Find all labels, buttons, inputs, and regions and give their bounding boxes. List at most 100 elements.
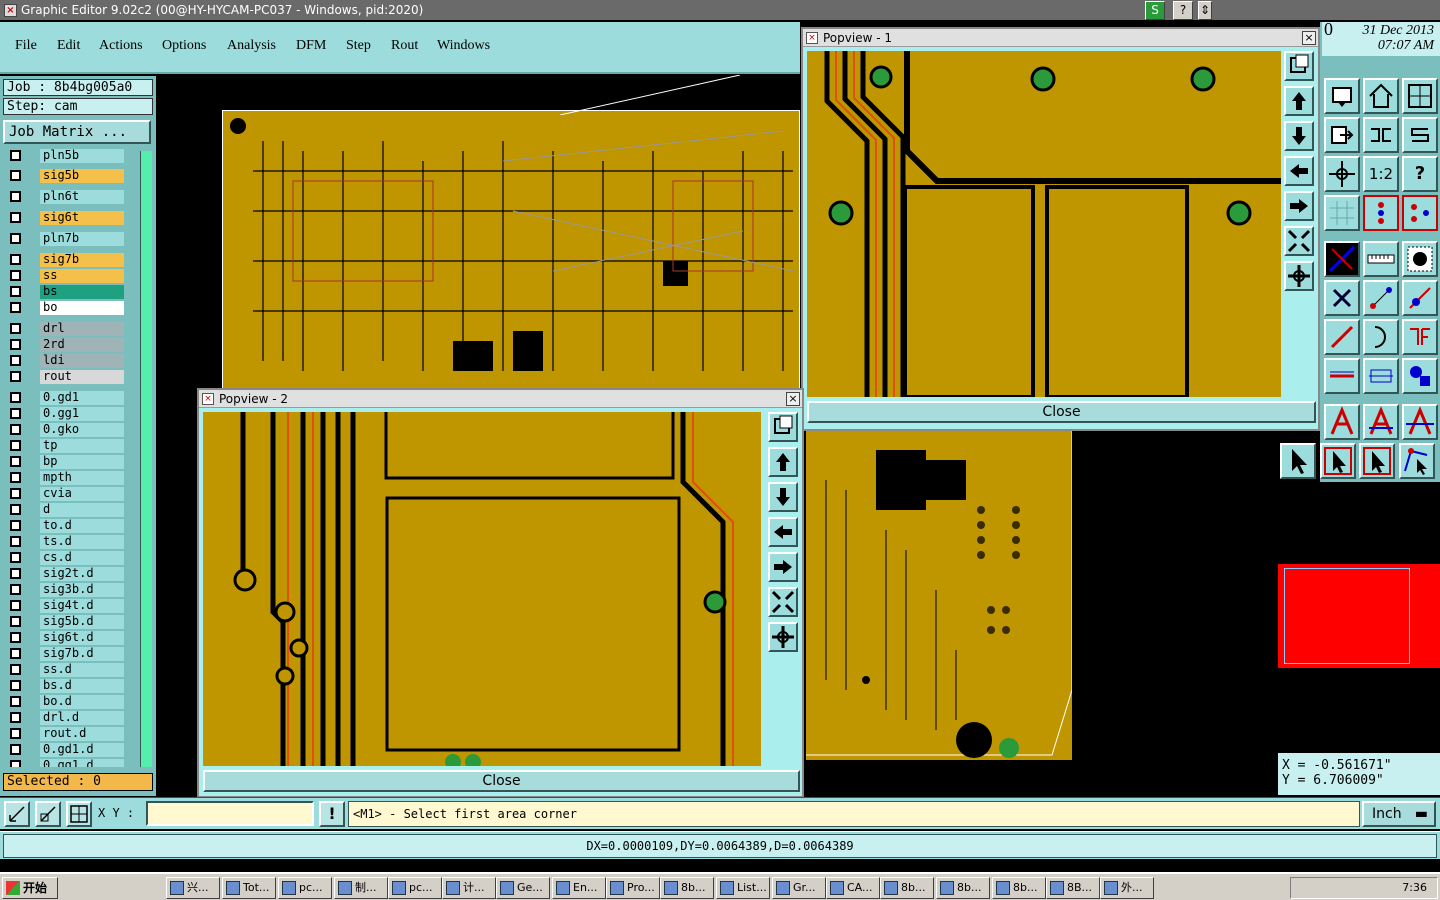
layer-name[interactable]: sig2t.d [40, 567, 124, 581]
layer-checkbox[interactable] [10, 664, 21, 675]
horizontal-line-icon[interactable] [1324, 358, 1360, 394]
layer-checkbox[interactable] [10, 728, 21, 739]
select-arrow-icon[interactable] [1280, 443, 1316, 479]
layer-checkbox[interactable] [10, 584, 21, 595]
taskbar-item[interactable]: Pro... [606, 877, 660, 899]
layer-row[interactable]: 0.gg1.d [6, 759, 124, 767]
layer-name[interactable]: bo.d [40, 695, 124, 709]
layer-checkbox[interactable] [10, 600, 21, 611]
popview-1-pan-left-icon[interactable] [1284, 156, 1314, 186]
job-matrix-button[interactable]: Job Matrix ... [3, 120, 151, 144]
snap-pads-icon[interactable] [1363, 195, 1399, 231]
layer-checkbox[interactable] [10, 488, 21, 499]
layer-row[interactable]: ss.d [6, 663, 124, 677]
exclamation-icon[interactable]: ! [319, 801, 345, 827]
layer-name[interactable]: sig4t.d [40, 599, 124, 613]
layer-name[interactable]: ss.d [40, 663, 124, 677]
taskbar-item[interactable]: Gr... [772, 877, 826, 899]
rotate-icon[interactable] [1402, 117, 1438, 153]
layer-name[interactable]: cvia [40, 487, 124, 501]
home-icon[interactable] [1363, 78, 1399, 114]
layer-checkbox[interactable] [10, 696, 21, 707]
measure-tool-icon[interactable] [4, 801, 30, 827]
menu-actions[interactable]: Actions [99, 38, 143, 54]
move-point-icon[interactable] [1363, 280, 1399, 316]
popview-1-canvas[interactable] [807, 51, 1281, 397]
popview-2-pan-down-icon[interactable] [768, 482, 798, 512]
menu-analysis[interactable]: Analysis [227, 38, 276, 54]
layer-checkbox[interactable] [10, 302, 21, 313]
layer-checkbox[interactable] [10, 191, 21, 202]
layer-name[interactable]: to.d [40, 519, 124, 533]
layer-checkbox[interactable] [10, 371, 21, 382]
popview-2-close-icon[interactable]: × [786, 392, 800, 406]
layer-checkbox[interactable] [10, 233, 21, 244]
layer-checkbox[interactable] [10, 456, 21, 467]
layer-row[interactable]: rout.d [6, 727, 124, 741]
layer-row[interactable]: d [6, 503, 124, 517]
layer-checkbox[interactable] [10, 536, 21, 547]
layer-row[interactable]: mpth [6, 471, 124, 485]
pad-icon[interactable] [1402, 241, 1438, 277]
layer-checkbox[interactable] [10, 212, 21, 223]
taskbar-item[interactable]: 兴... [166, 877, 220, 899]
layer-name[interactable]: drl [40, 322, 124, 336]
text-a-line-icon[interactable] [1402, 404, 1438, 440]
layer-row[interactable]: sig3b.d [6, 583, 124, 597]
layer-name[interactable]: 2rd [40, 338, 124, 352]
layer-name[interactable]: ldi [40, 354, 124, 368]
layer-row[interactable]: tp [6, 439, 124, 453]
taskbar-item[interactable]: 8b... [660, 877, 714, 899]
pan-all-icon[interactable] [1324, 156, 1360, 192]
layer-checkbox[interactable] [10, 632, 21, 643]
layer-row[interactable]: drl.d [6, 711, 124, 725]
layer-name[interactable]: bo [40, 301, 124, 315]
layer-name[interactable]: ts.d [40, 535, 124, 549]
grid-tool-icon[interactable] [66, 801, 92, 827]
layer-row[interactable]: ts.d [6, 535, 124, 549]
layer-checkbox[interactable] [10, 323, 21, 334]
layer-name[interactable]: ss [40, 269, 124, 283]
popview-2-canvas[interactable] [203, 412, 761, 766]
layer-checkbox[interactable] [10, 424, 21, 435]
grid-icon[interactable] [1324, 195, 1360, 231]
popview-1-close-icon[interactable]: × [1302, 31, 1316, 45]
popview-1-close-button[interactable]: Close [807, 401, 1316, 423]
snap-tool-icon[interactable] [35, 801, 61, 827]
layer-checkbox[interactable] [10, 744, 21, 755]
layer-name[interactable]: rout.d [40, 727, 124, 741]
layer-name[interactable]: cs.d [40, 551, 124, 565]
popview-1-pan-down-icon[interactable] [1284, 121, 1314, 151]
taskbar-item[interactable]: pc... [278, 877, 332, 899]
scale-1-2-icon[interactable]: 1:2 [1363, 156, 1399, 192]
layer-name[interactable]: 0.gd1.d [40, 743, 124, 757]
layer-row[interactable]: 0.gko [6, 423, 124, 437]
layer-name[interactable]: bs.d [40, 679, 124, 693]
layer-row[interactable]: pln6t [6, 190, 124, 204]
popview-1-zoom-out-icon[interactable] [1284, 226, 1314, 256]
layer-row[interactable]: 2rd [6, 338, 124, 352]
layer-checkbox[interactable] [10, 568, 21, 579]
start-button[interactable]: 开始 [2, 877, 58, 899]
popview-2-pan-left-icon[interactable] [768, 517, 798, 547]
layer-row[interactable]: pln7b [6, 232, 124, 246]
main-canvas-pcb-lower[interactable] [806, 430, 1072, 760]
add-point-icon[interactable] [1402, 280, 1438, 316]
xy-coordinate-input[interactable] [146, 801, 314, 826]
layer-checkbox[interactable] [10, 170, 21, 181]
layer-name[interactable]: mpth [40, 471, 124, 485]
layer-row[interactable]: rout [6, 370, 124, 384]
unit-selector[interactable]: Inch ▬ [1362, 801, 1436, 827]
layer-row[interactable]: sig4t.d [6, 599, 124, 613]
layer-checkbox[interactable] [10, 712, 21, 723]
layer-checkbox[interactable] [10, 552, 21, 563]
menu-rout[interactable]: Rout [391, 38, 418, 54]
layer-name[interactable]: sig3b.d [40, 583, 124, 597]
taskbar-item[interactable]: 制... [334, 877, 388, 899]
layer-row[interactable]: bo.d [6, 695, 124, 709]
window-split-icon[interactable] [1402, 78, 1438, 114]
popview-1-zoom-icon[interactable] [1284, 51, 1314, 81]
layer-name[interactable]: tp [40, 439, 124, 453]
layer-name[interactable]: rout [40, 370, 124, 384]
select-box-icon[interactable] [1320, 443, 1356, 479]
